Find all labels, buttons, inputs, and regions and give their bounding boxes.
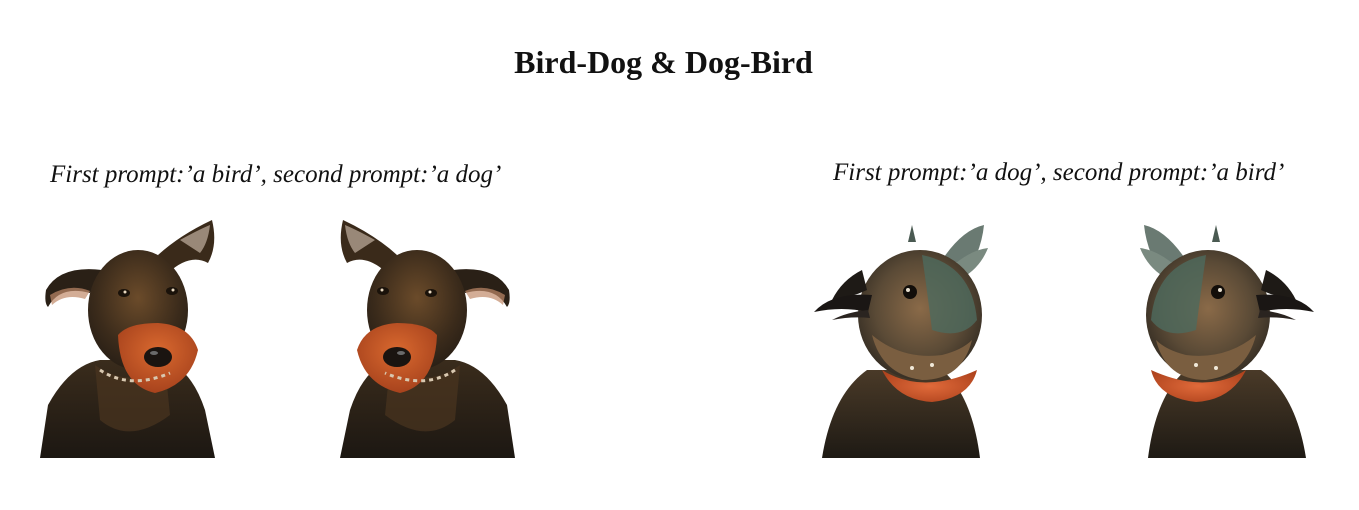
dog-bird-image-2	[1138, 220, 1316, 458]
bird-illustration	[814, 225, 988, 458]
bird-illustration-mirrored	[1140, 225, 1314, 458]
dog-illustration	[40, 220, 215, 458]
bird-dog-image-2	[333, 215, 515, 458]
dog-illustration-mirrored	[340, 220, 515, 458]
bird-dog-image-1	[40, 215, 222, 458]
caption-bird-dog: First prompt:’a bird’, second prompt:’a …	[50, 161, 502, 188]
dog-bird-image-1	[812, 220, 990, 458]
caption-dog-bird: First prompt:’a dog’, second prompt:’a b…	[833, 159, 1285, 186]
page-title: Bird-Dog & Dog-Bird	[514, 44, 813, 80]
